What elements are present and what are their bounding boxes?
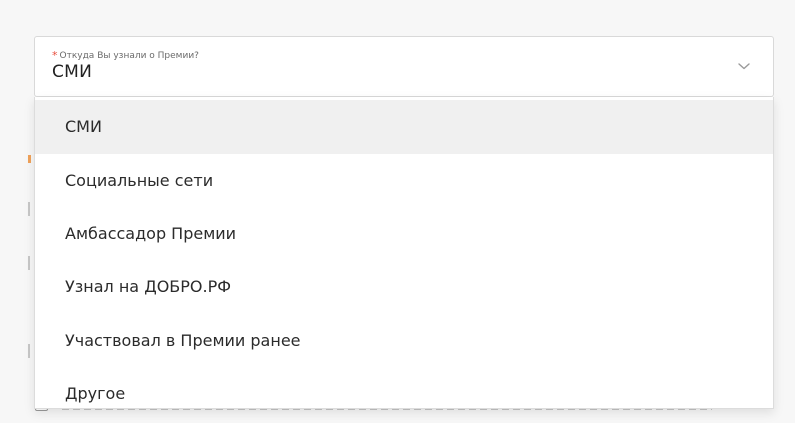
option-ambassador[interactable]: Амбассадор Премии bbox=[35, 207, 773, 261]
option-smi[interactable]: СМИ bbox=[35, 100, 773, 154]
select-label: * Откуда Вы узнали о Премии? bbox=[52, 48, 199, 62]
background-mark bbox=[28, 202, 30, 216]
required-marker: * bbox=[52, 49, 58, 62]
source-select[interactable]: * Откуда Вы узнали о Премии? СМИ bbox=[34, 36, 774, 97]
dropdown-menu: СМИ Социальные сети Амбассадор Премии Уз… bbox=[34, 97, 774, 409]
option-dobro-rf[interactable]: Узнал на ДОБРО.РФ bbox=[35, 260, 773, 314]
select-label-text: Откуда Вы узнали о Премии? bbox=[59, 51, 199, 61]
chevron-down-icon[interactable] bbox=[737, 61, 751, 71]
background-mark bbox=[28, 256, 30, 270]
option-participated-before[interactable]: Участвовал в Премии ранее bbox=[35, 314, 773, 368]
option-other[interactable]: Другое bbox=[35, 367, 773, 421]
select-value: СМИ bbox=[52, 62, 93, 82]
background-mark bbox=[28, 155, 31, 163]
page: * Откуда Вы узнали о Премии? СМИ СМИ Соци… bbox=[0, 0, 795, 423]
background-mark bbox=[28, 344, 30, 358]
option-social-networks[interactable]: Социальные сети bbox=[35, 154, 773, 208]
